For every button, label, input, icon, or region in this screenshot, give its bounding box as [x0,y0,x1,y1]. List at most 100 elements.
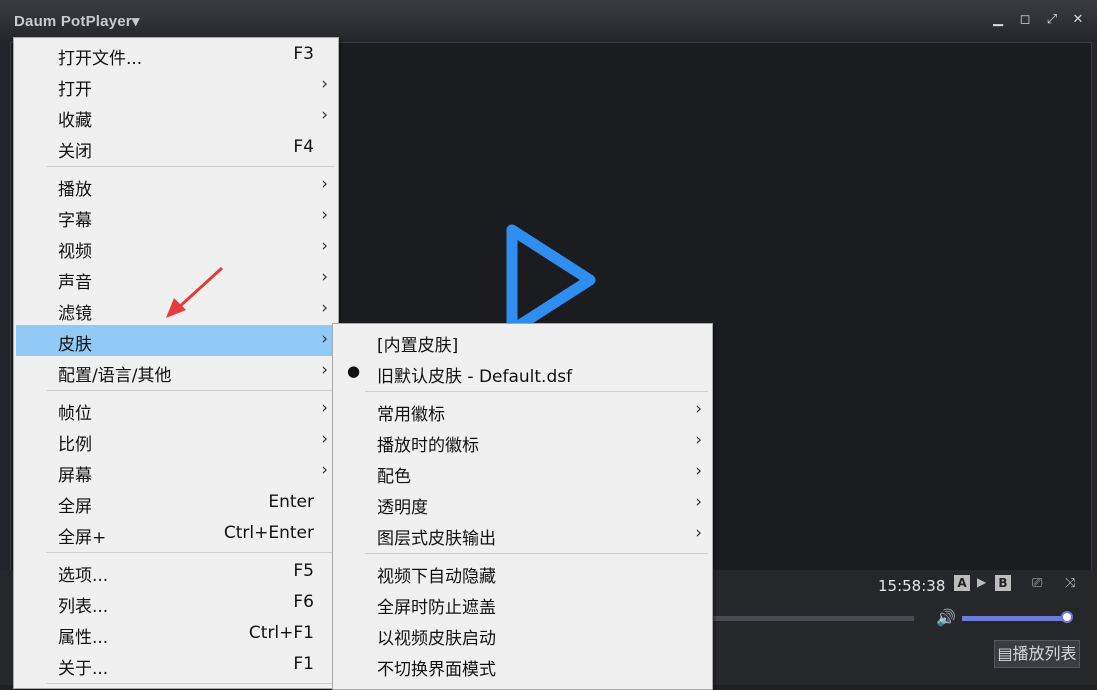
menu-item-6[interactable]: 视频 › [16,232,336,263]
menu-item-16[interactable]: 选项... F5 [16,556,336,587]
menu-item-shortcut: Ctrl+F1 [248,623,314,643]
submenu-chevron-icon: › [321,205,328,225]
menu-separator [46,552,334,553]
menu-separator [46,390,334,391]
menu-item-label: 配色 [377,467,411,487]
skin-menu-item-7[interactable]: 视频下自动隐藏 [335,557,710,588]
menu-item-label: 列表... [58,597,109,617]
menu-item-label: 不切换界面模式 [377,660,496,680]
menu-item-15[interactable]: 全屏+ Ctrl+Enter [16,518,336,549]
menu-item-10[interactable]: 配置/语言/其他 › [16,356,336,387]
menu-item-label: 关闭 [58,142,92,162]
submenu-chevron-icon: › [321,398,328,418]
playlist-button[interactable]: ▤播放列表 [994,640,1080,668]
submenu-chevron-icon: › [695,461,702,481]
submenu-chevron-icon: › [321,267,328,287]
menu-item-4[interactable]: 播放 › [16,170,336,201]
menu-item-label: 旧默认皮肤 - Default.dsf [377,367,573,387]
menu-separator [365,553,708,554]
menu-item-label: 关于... [58,659,109,679]
menu-item-9[interactable]: 皮肤 › [16,325,336,356]
menu-item-13[interactable]: 屏幕 › [16,456,336,487]
ab-repeat-a-button[interactable]: A [954,575,970,591]
skin-submenu: [内置皮肤] ● 旧默认皮肤 - Default.dsf 常用徽标 › 播放时的徽标 › 配色… [332,323,713,690]
menu-item-shortcut: F1 [293,654,314,674]
menu-item-shortcut: F4 [293,137,314,157]
menu-item-shortcut: Enter [268,492,314,512]
menu-item-label: 全屏 [58,497,92,517]
title-bar[interactable]: Daum PotPlayer▾ ▁ ◻ ⤢ ✕ [0,0,1097,40]
submenu-chevron-icon: › [321,360,328,380]
menu-item-label: 滤镜 [58,304,92,324]
submenu-chevron-icon: › [695,492,702,512]
menu-item-19[interactable]: 关于... F1 [16,649,336,680]
fullscreen-icon[interactable]: ⤢ [1044,12,1060,28]
menu-item-label: 字幕 [58,211,92,231]
menu-item-label: 属性... [58,628,109,648]
skin-menu-item-0[interactable]: [内置皮肤] [335,326,710,357]
app-title-menu[interactable]: Daum PotPlayer▾ [14,12,140,30]
ab-play-icon[interactable]: ▶ [977,575,986,589]
menu-item-label: 常用徽标 [377,405,445,425]
context-menu: 打开文件... F3 打开 › 收藏 › 关闭 F4 播放 › 字幕 › 视频 › 声音 › 滤镜 › 皮肤 › 配置/… [13,37,339,689]
skin-menu-item-4[interactable]: 配色 › [335,457,710,488]
menu-item-11[interactable]: 帧位 › [16,394,336,425]
menu-item-label: 视频下自动隐藏 [377,567,496,587]
skin-menu-item-8[interactable]: 全屏时防止遮盖 [335,588,710,619]
ab-repeat-b-button[interactable]: B [995,575,1011,591]
maximize-icon[interactable]: ◻ [1017,12,1033,28]
clock-display: 15:58:38 [878,577,946,595]
submenu-chevron-icon: › [695,523,702,543]
submenu-chevron-icon: › [695,430,702,450]
menu-item-shortcut: F3 [293,44,314,64]
menu-item-shortcut: Ctrl+Enter [223,523,314,543]
menu-item-label: 全屏时防止遮盖 [377,598,496,618]
volume-icon[interactable]: 🔊 [936,608,956,627]
menu-item-label: 播放 [58,180,92,200]
skin-menu-item-1[interactable]: ● 旧默认皮肤 - Default.dsf [335,357,710,388]
menu-item-label: 以视频皮肤启动 [377,629,496,649]
menu-separator [46,683,334,684]
menu-separator [46,166,334,167]
submenu-chevron-icon: › [321,105,328,125]
menu-item-shortcut: F5 [293,561,314,581]
menu-item-17[interactable]: 列表... F6 [16,587,336,618]
menu-item-label: 透明度 [377,498,428,518]
skin-menu-item-9[interactable]: 以视频皮肤启动 [335,619,710,650]
skin-menu-item-10[interactable]: 不切换界面模式 [335,650,710,681]
menu-item-14[interactable]: 全屏 Enter [16,487,336,518]
submenu-chevron-icon: › [321,429,328,449]
minimize-icon[interactable]: ▁ [990,12,1006,28]
skin-menu-item-5[interactable]: 透明度 › [335,488,710,519]
checked-bullet-icon: ● [347,362,361,380]
menu-item-label: 帧位 [58,404,92,424]
skin-menu-item-2[interactable]: 常用徽标 › [335,395,710,426]
submenu-chevron-icon: › [321,329,328,349]
menu-item-label: 打开 [58,80,92,100]
volume-slider[interactable] [962,616,1066,621]
menu-item-label: [内置皮肤] [377,336,459,356]
menu-item-18[interactable]: 属性... Ctrl+F1 [16,618,336,649]
menu-item-label: 声音 [58,273,92,293]
menu-item-12[interactable]: 比例 › [16,425,336,456]
menu-item-label: 播放时的徽标 [377,436,479,456]
screen-output-icon[interactable]: ⎚ [1032,576,1042,591]
volume-slider-knob[interactable] [1061,611,1073,623]
skin-menu-item-6[interactable]: 图层式皮肤输出 › [335,519,710,550]
menu-item-5[interactable]: 字幕 › [16,201,336,232]
menu-item-0[interactable]: 打开文件... F3 [16,39,336,70]
menu-item-1[interactable]: 打开 › [16,70,336,101]
play-icon[interactable] [495,215,605,335]
submenu-chevron-icon: › [695,399,702,419]
menu-item-label: 选项... [58,566,109,586]
menu-item-2[interactable]: 收藏 › [16,101,336,132]
menu-item-shortcut: F6 [293,592,314,612]
seek-bar[interactable] [712,616,914,621]
skin-menu-item-3[interactable]: 播放时的徽标 › [335,426,710,457]
menu-item-label: 视频 [58,242,92,262]
close-icon[interactable]: ✕ [1070,12,1086,28]
submenu-chevron-icon: › [321,298,328,318]
menu-item-3[interactable]: 关闭 F4 [16,132,336,163]
submenu-chevron-icon: › [321,174,328,194]
shuffle-icon[interactable]: ⤨ [1065,576,1075,591]
